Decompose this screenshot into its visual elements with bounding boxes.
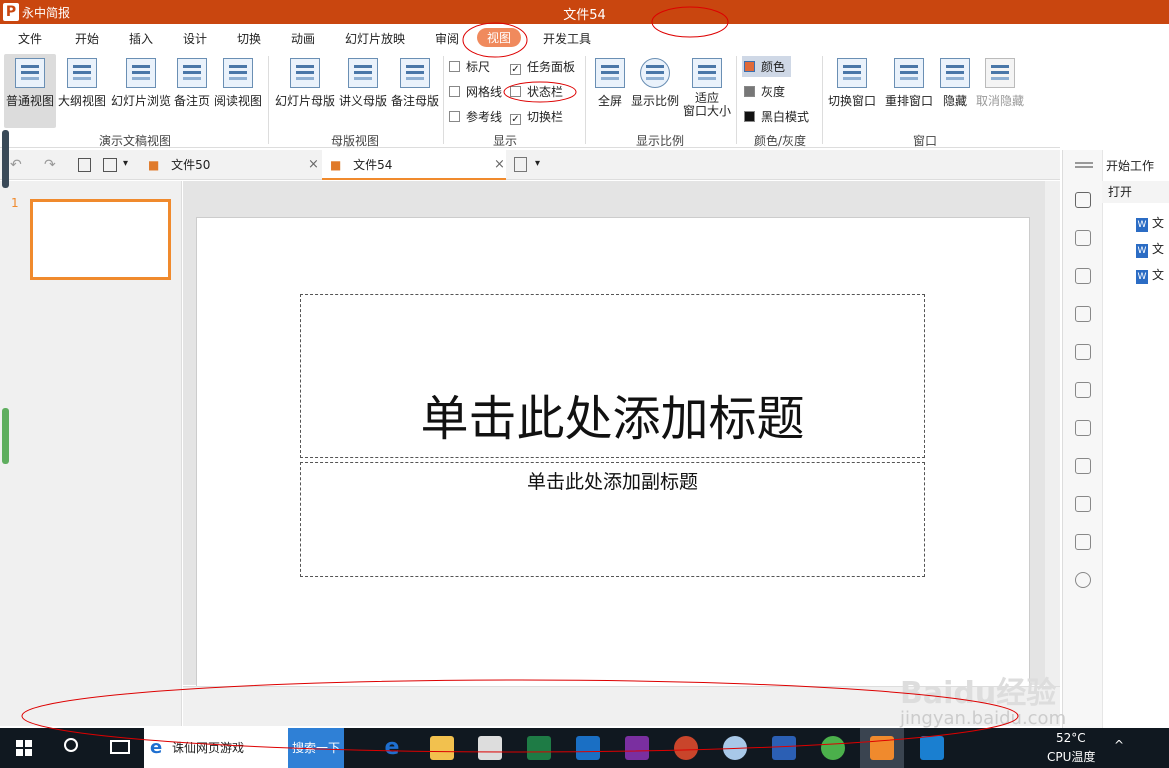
annotation-ellipse [651, 6, 729, 38]
annotation-ellipse [503, 81, 577, 103]
annotation-overlay [21, 6, 1019, 753]
annotation-ellipse [462, 22, 528, 58]
annotation-ellipse [21, 679, 1019, 753]
